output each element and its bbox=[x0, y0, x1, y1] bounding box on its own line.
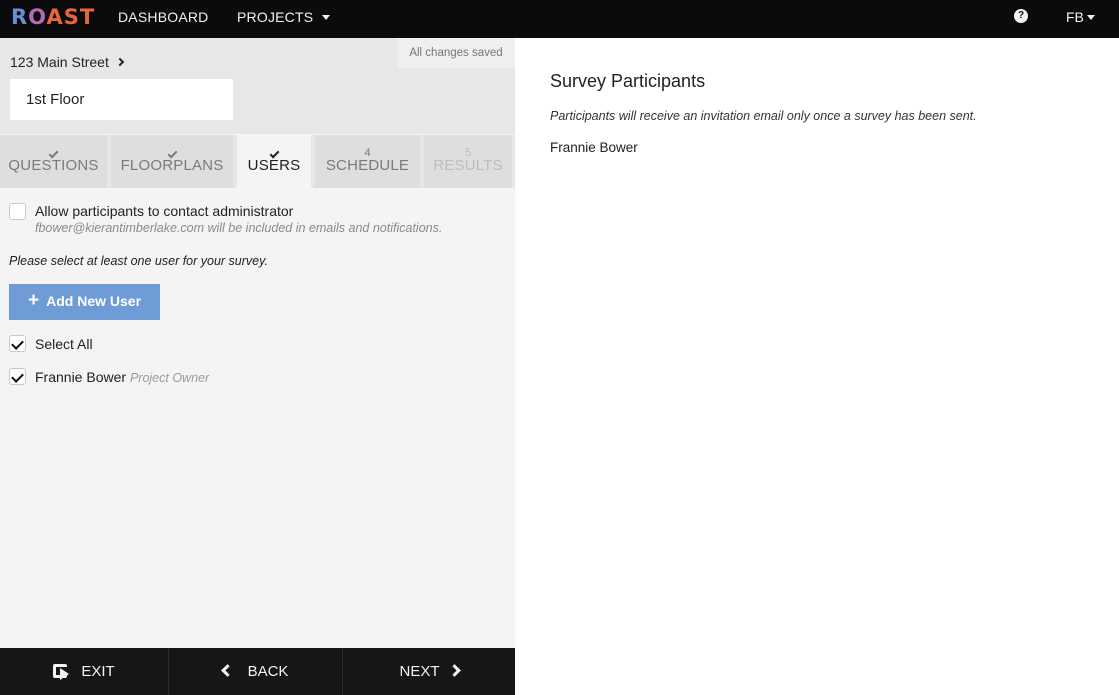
tab-schedule[interactable]: 4 SCHEDULE bbox=[315, 135, 420, 188]
add-new-user-label: Add New User bbox=[46, 292, 142, 309]
chevron-down-icon bbox=[1086, 14, 1095, 20]
tab-label: SCHEDULE bbox=[325, 157, 410, 174]
select-all-label: Select All bbox=[35, 336, 93, 352]
tab-floorplans[interactable]: FLOORPLANS bbox=[111, 135, 233, 188]
step-number: 4 bbox=[364, 147, 371, 159]
tab-users[interactable]: USERS bbox=[237, 135, 311, 188]
select-user-instruction: Please select at least one user for your… bbox=[9, 254, 268, 268]
nav-dashboard-link[interactable]: DASHBOARD bbox=[118, 9, 208, 25]
allow-contact-label: Allow participants to contact administra… bbox=[35, 203, 294, 219]
tab-label: USERS bbox=[247, 157, 301, 174]
survey-header: All changes saved 123 Main Street bbox=[0, 38, 515, 134]
tab-results: 5 RESULTS bbox=[424, 135, 512, 188]
back-label: BACK bbox=[247, 663, 289, 680]
chevron-left-icon bbox=[220, 664, 234, 677]
chevron-down-icon bbox=[322, 14, 331, 20]
breadcrumb[interactable]: 123 Main Street bbox=[10, 54, 125, 70]
step-number: 5 bbox=[464, 147, 472, 159]
user-row: Frannie Bower Project Owner bbox=[35, 369, 209, 385]
step-tabs: QUESTIONS FLOORPLANS USERS 4 SCHEDULE 5 … bbox=[0, 135, 515, 188]
roast-logo[interactable]: ROAST bbox=[11, 5, 95, 29]
tab-label: QUESTIONS bbox=[8, 157, 99, 174]
add-new-user-button[interactable]: + Add New User bbox=[9, 284, 160, 320]
user-initials: FB bbox=[1066, 9, 1084, 25]
chevron-right-icon bbox=[115, 57, 125, 67]
exit-button[interactable]: EXIT bbox=[0, 648, 168, 695]
question-circle-icon[interactable]: ? bbox=[1014, 9, 1028, 23]
tab-questions[interactable]: QUESTIONS bbox=[0, 135, 107, 188]
participants-note: Participants will receive an invitation … bbox=[550, 109, 977, 123]
allow-contact-note: fbower@kierantimberlake.com will be incl… bbox=[35, 221, 443, 235]
breadcrumb-address: 123 Main Street bbox=[10, 54, 109, 70]
user-name: Frannie Bower bbox=[35, 369, 127, 385]
save-status: All changes saved bbox=[397, 38, 515, 68]
exit-label: EXIT bbox=[81, 663, 115, 680]
chevron-right-icon bbox=[447, 664, 461, 677]
nav-projects-label: PROJECTS bbox=[237, 9, 314, 25]
tab-label: RESULTS bbox=[433, 157, 503, 174]
participants-title: Survey Participants bbox=[550, 71, 706, 91]
user-menu[interactable]: FB bbox=[1066, 9, 1095, 25]
top-nav-bar: ROAST DASHBOARD PROJECTS ? FB bbox=[0, 0, 1119, 38]
back-button[interactable]: BACK bbox=[168, 648, 342, 695]
tab-label: FLOORPLANS bbox=[120, 157, 224, 174]
select-all-checkbox[interactable] bbox=[9, 335, 26, 352]
participants-panel: Survey Participants Participants will re… bbox=[515, 38, 1119, 695]
user-role: Project Owner bbox=[129, 371, 210, 385]
next-label: NEXT bbox=[399, 663, 440, 680]
floor-name-input[interactable] bbox=[10, 79, 233, 120]
next-button[interactable]: NEXT bbox=[342, 648, 515, 695]
survey-setup-panel: All changes saved 123 Main Street QUESTI… bbox=[0, 38, 515, 695]
nav-projects-menu[interactable]: PROJECTS bbox=[237, 9, 331, 25]
allow-contact-checkbox[interactable] bbox=[9, 203, 26, 220]
exit-icon bbox=[53, 663, 70, 680]
wizard-footer: EXIT BACK NEXT bbox=[0, 648, 515, 695]
plus-icon: + bbox=[28, 289, 40, 311]
user-checkbox[interactable] bbox=[9, 368, 26, 385]
participant-name: Frannie Bower bbox=[550, 140, 638, 155]
